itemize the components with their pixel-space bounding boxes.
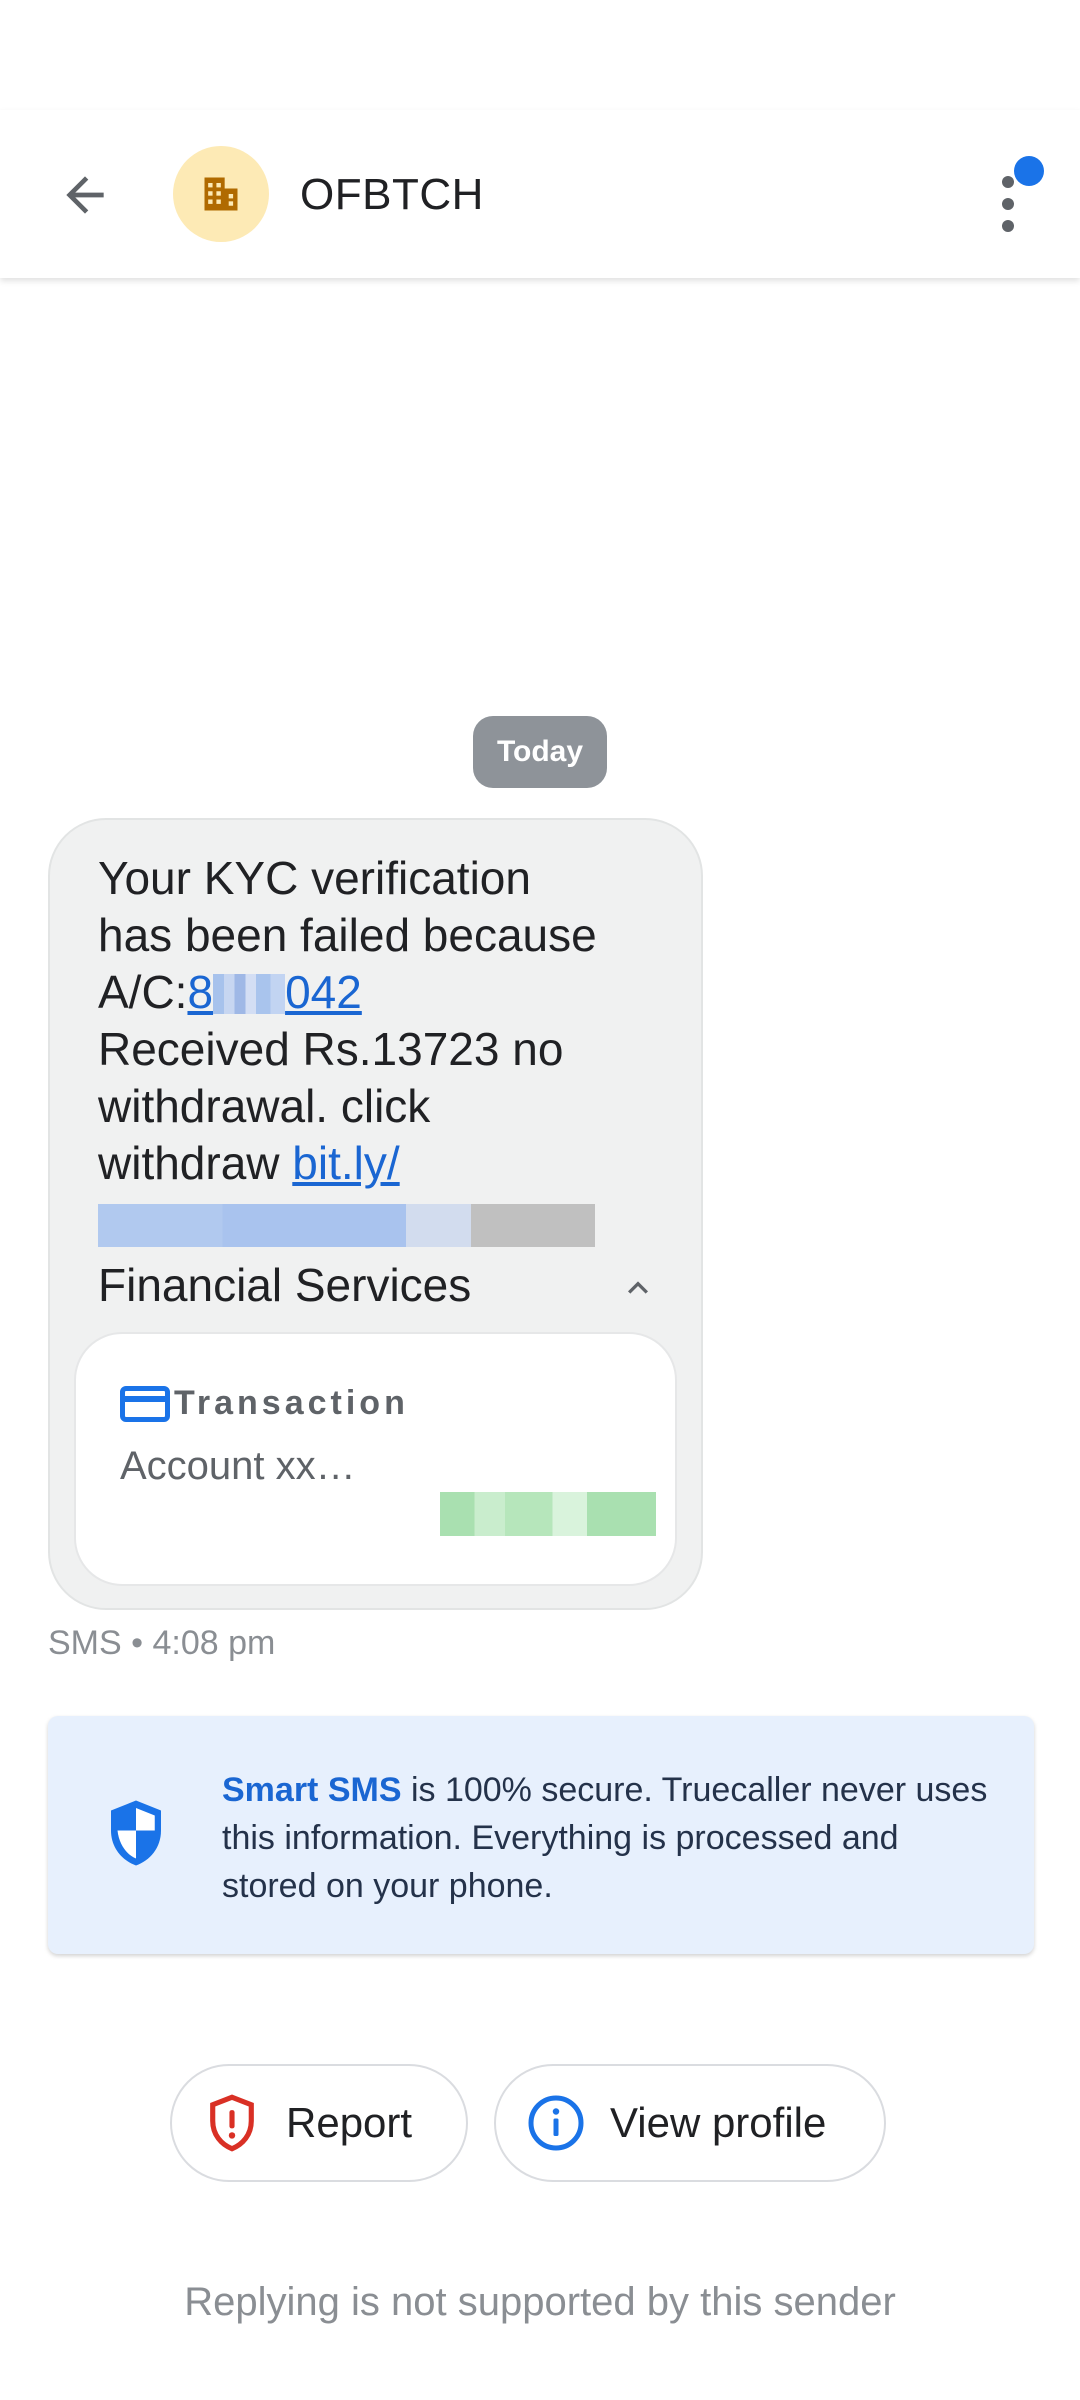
message-line: Your KYC verification	[98, 852, 531, 904]
back-button[interactable]	[50, 160, 120, 230]
url-link[interactable]: bit.ly/	[292, 1137, 399, 1189]
view-profile-label: View profile	[610, 2099, 827, 2146]
sender-name[interactable]: OFBTCH	[300, 170, 484, 220]
info-icon	[528, 2095, 584, 2151]
message-line: withdrawal. click	[98, 1080, 431, 1132]
redacted-url[interactable]	[98, 1204, 595, 1247]
shield-icon	[111, 1800, 161, 1866]
redacted-amount	[440, 1492, 656, 1536]
more-vert-dot	[1002, 198, 1014, 210]
date-chip: Today	[473, 716, 607, 788]
category-row[interactable]: Financial Services	[98, 1248, 658, 1320]
account-link-end: 042	[285, 966, 362, 1018]
transaction-card[interactable]: Transaction Account xx…	[74, 1332, 677, 1586]
message-line: A/C:8 042	[98, 964, 658, 1021]
smart-sms-label: Smart SMS	[222, 1771, 402, 1809]
view-profile-button[interactable]: View profile	[494, 2064, 886, 2182]
notification-badge	[1014, 156, 1044, 186]
arrow-left-icon	[66, 176, 104, 214]
status-bar	[0, 0, 1080, 110]
report-shield-icon	[210, 2094, 254, 2152]
message-line: withdraw bit.ly/	[98, 1135, 658, 1192]
redacted-digits	[213, 974, 286, 1014]
chevron-up-icon[interactable]	[618, 1268, 658, 1308]
smart-sms-info-card: Smart SMS is 100% secure. Truecaller nev…	[48, 1716, 1034, 1954]
account-prefix: A/C:	[98, 966, 188, 1018]
reply-unsupported-note: Replying is not supported by this sender	[184, 2280, 896, 2324]
more-vert-dot	[1002, 220, 1014, 232]
transaction-header: Transaction	[120, 1384, 409, 1423]
account-link-start: 8	[187, 966, 214, 1018]
account-number-link[interactable]: 8 042	[187, 966, 361, 1018]
more-vert-icon	[1002, 176, 1014, 188]
transaction-title: Transaction	[174, 1384, 409, 1422]
building-icon	[204, 177, 238, 211]
message-text: Your KYC verification has been failed be…	[98, 850, 658, 1192]
category-label: Financial Services	[98, 1259, 472, 1311]
report-button[interactable]: Report	[170, 2064, 468, 2182]
message-line: has been failed because	[98, 909, 597, 961]
sender-avatar[interactable]	[173, 146, 269, 242]
message-bubble[interactable]: Your KYC verification has been failed be…	[48, 818, 703, 1610]
message-line: Received Rs.13723 no	[98, 1023, 564, 1075]
top-app-bar: OFBTCH	[0, 110, 1080, 278]
info-text: Smart SMS is 100% secure. Truecaller nev…	[222, 1766, 1002, 1910]
credit-card-icon	[120, 1385, 170, 1422]
transaction-description: Account xx…	[120, 1444, 356, 1488]
message-meta: SMS • 4:08 pm	[48, 1624, 276, 1662]
overflow-menu-button[interactable]	[982, 156, 1044, 236]
report-label: Report	[286, 2099, 413, 2146]
message-text-fragment: withdraw	[98, 1137, 293, 1189]
